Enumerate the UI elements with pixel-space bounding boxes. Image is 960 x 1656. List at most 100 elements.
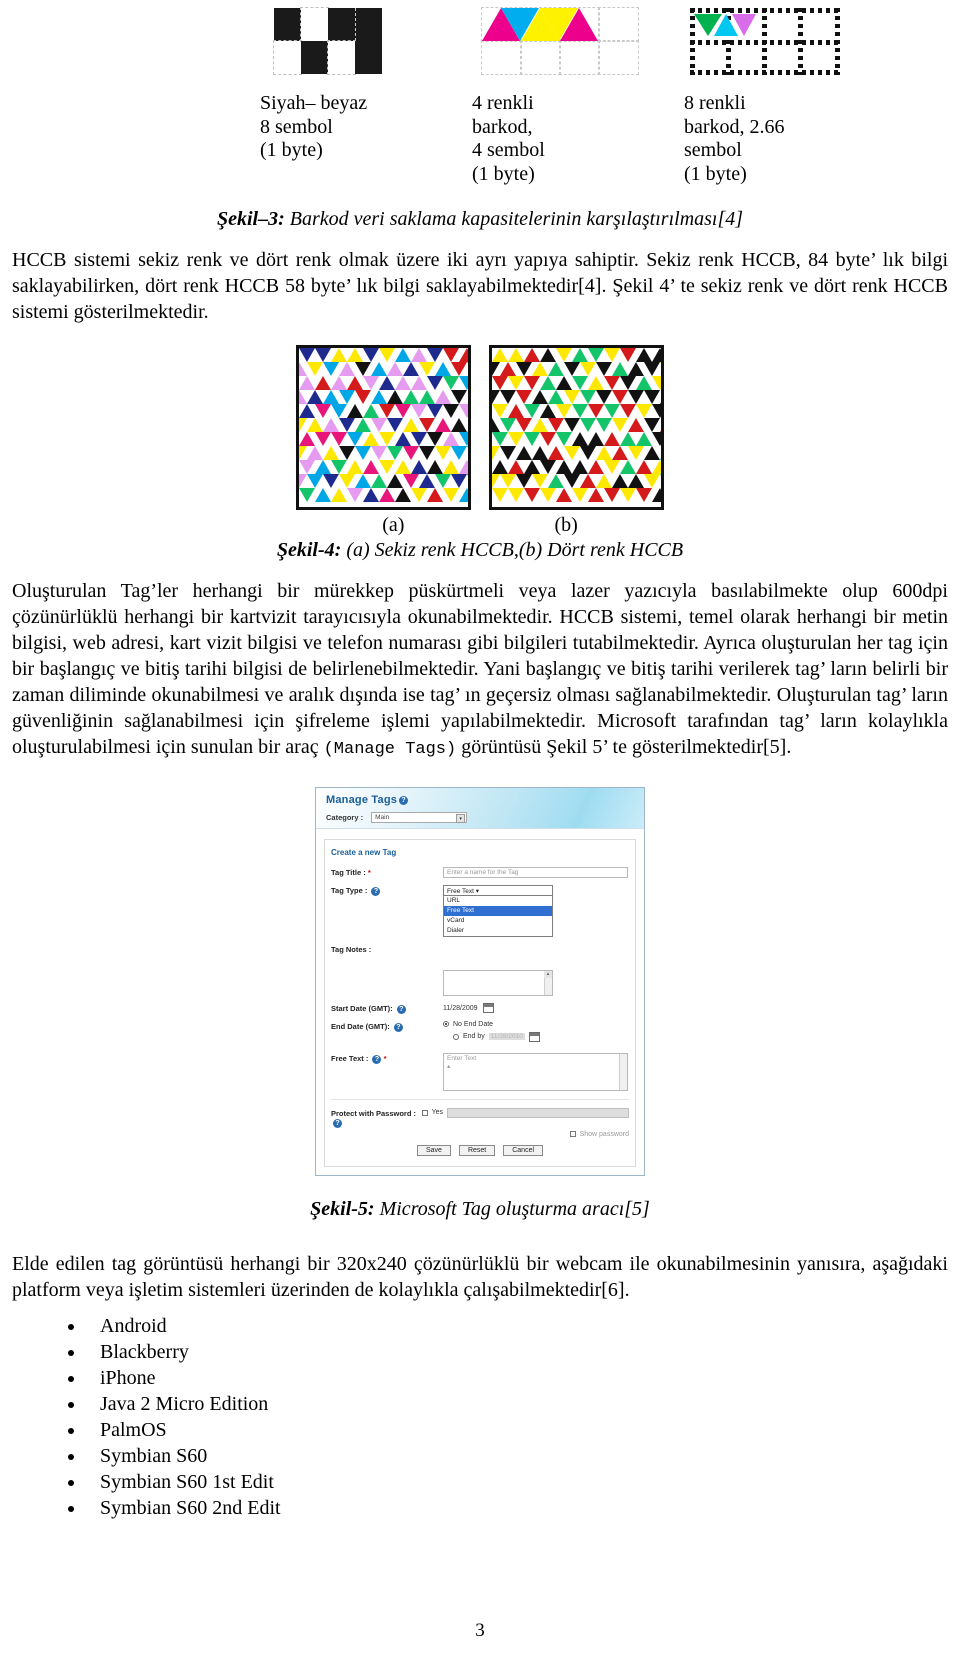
figure-4-caption-label: Şekil-4:: [276, 539, 342, 562]
free-text-row: Free Text : ? * Enter Text ▴: [331, 1052, 629, 1091]
free-text-textarea[interactable]: Enter Text ▴: [443, 1052, 628, 1091]
page-number: 3: [475, 1620, 485, 1641]
tag-type-option[interactable]: Dialer: [444, 926, 552, 936]
start-date-field[interactable]: 11/28/2009: [443, 1003, 629, 1014]
manage-tags-literal: (Manage Tags): [323, 740, 457, 760]
end-date-row: End Date (GMT): ? No End Date End by 11/…: [331, 1021, 629, 1046]
no-end-date-label: No End Date: [453, 1020, 494, 1028]
list-item: Blackberry: [86, 1339, 948, 1365]
paragraph-platforms-intro: Elde edilen tag görüntüsü herhangi bir 3…: [12, 1252, 948, 1301]
figure-3-sample-3-label: 8 renkli barkod, 2.66 sembol (1 byte): [684, 92, 785, 185]
radio-icon[interactable]: [453, 1033, 459, 1040]
document-page: Siyah– beyaz 8 sembol (1 byte) 4 renkli …: [0, 7, 960, 1656]
figure-3-samples: Siyah– beyaz 8 sembol (1 byte) 4 renkli …: [12, 7, 948, 186]
no-end-date-option[interactable]: No End Date: [443, 1021, 629, 1028]
free-text-placeholder: Enter Text: [447, 1054, 477, 1062]
free-text-label: Free Text : ? *: [331, 1053, 387, 1064]
help-icon[interactable]: ?: [399, 796, 409, 806]
calendar-icon[interactable]: [482, 1003, 494, 1014]
manage-tags-title: Manage Tags?: [326, 794, 409, 806]
list-item: Android: [86, 1313, 948, 1339]
tag-title-label: Tag Title : *: [331, 868, 371, 878]
chevron-down-icon[interactable]: ▾: [476, 888, 479, 895]
paragraph-tag-details-part2: görüntüsü Şekil 5’ te gösterilmektedir[5…: [456, 736, 792, 759]
list-item: PalmOS: [86, 1417, 948, 1443]
yes-checkbox[interactable]: [421, 1109, 428, 1116]
tag-title-input[interactable]: Enter a name for the Tag: [443, 867, 628, 879]
category-select-value: Main: [375, 814, 390, 822]
paragraph-hccb-intro: HCCB sistemi sekiz renk ve dört renk olm…: [12, 249, 948, 324]
cancel-button[interactable]: Cancel: [503, 1144, 544, 1156]
help-icon[interactable]: ?: [393, 1022, 403, 1032]
manage-tags-screenshot: Manage Tags? Category : Main ▾ Create a …: [315, 787, 645, 1176]
bw-barcode-icon: [260, 7, 420, 78]
scroll-up-icon[interactable]: ▴: [447, 1062, 624, 1070]
category-label: Category :: [326, 813, 364, 823]
end-by-option[interactable]: End by 11/28/2010: [453, 1031, 629, 1042]
end-by-label: End by: [463, 1033, 485, 1041]
figure-3-sample-1: Siyah– beyaz 8 sembol (1 byte): [260, 7, 420, 186]
help-icon[interactable]: ?: [396, 1004, 406, 1014]
radio-icon[interactable]: [443, 1021, 449, 1028]
calendar-icon[interactable]: [528, 1031, 540, 1042]
figure-4-sublabel-b: (b): [554, 514, 578, 537]
manage-tags-body: Create a new Tag Tag Title : * Enter a n…: [316, 828, 644, 1175]
figure-3-caption-label: Şekil–3:: [216, 208, 285, 231]
show-password-label: Show password: [579, 1130, 629, 1138]
category-select[interactable]: Main ▾: [371, 812, 468, 824]
help-icon[interactable]: ?: [333, 1118, 342, 1128]
paragraph-tag-details-part1: Oluşturulan Tag’ler herhangi bir mürekke…: [12, 580, 948, 759]
protect-password-row: Protect with Password : ? Yes: [331, 1107, 629, 1128]
tag-type-select[interactable]: Free Text ▾: [443, 885, 553, 897]
end-date-label: End Date (GMT): ?: [331, 1021, 443, 1032]
figure-4-sublabels: (a) (b): [12, 514, 948, 537]
show-password-checkbox[interactable]: [569, 1131, 576, 1137]
create-new-tag-heading: Create a new Tag: [331, 848, 397, 858]
tag-type-select-value: Free Text: [447, 888, 474, 896]
figure-4-caption: Şekil-4: (a) Sekiz renk HCCB,(b) Dört re…: [12, 539, 948, 562]
start-date-row: Start Date (GMT): ? 11/28/2009: [331, 1003, 629, 1014]
chevron-down-icon[interactable]: ▾: [456, 814, 466, 824]
tag-type-option-list[interactable]: URL Free Text vCard Dialer: [443, 896, 553, 938]
tag-type-option-selected[interactable]: Free Text: [444, 906, 552, 917]
figure-3-sample-1-label: Siyah– beyaz 8 sembol (1 byte): [260, 92, 368, 162]
scroll-up-icon[interactable]: ▴: [544, 971, 552, 979]
show-password-row: Show password: [331, 1131, 629, 1138]
figure-5-caption-label: Şekil-5:: [310, 1197, 375, 1220]
list-item: iPhone: [86, 1365, 948, 1391]
figure-3-caption-text: Barkod veri saklama kapasitelerinin karş…: [289, 208, 744, 231]
tag-type-option[interactable]: URL: [444, 896, 552, 906]
figure-4-caption-text: (a) Sekiz renk HCCB,(b) Dört renk HCCB: [346, 539, 684, 562]
end-by-value[interactable]: 11/28/2010: [488, 1033, 525, 1041]
required-mark: *: [367, 868, 371, 878]
help-icon[interactable]: ?: [372, 1054, 382, 1064]
figure-3-sample-3: 8 renkli barkod, 2.66 sembol (1 byte): [684, 8, 844, 186]
create-tag-panel: Create a new Tag Tag Title : * Enter a n…: [324, 839, 636, 1167]
scrollbar[interactable]: [619, 1053, 627, 1090]
figure-5-caption-text: Microsoft Tag oluşturma aracı[5]: [379, 1197, 650, 1220]
figure-4-images: [12, 345, 948, 511]
tag-notes-textarea[interactable]: ▴: [443, 970, 553, 997]
tag-type-label: Tag Type : ?: [331, 885, 443, 896]
protect-password-label: Protect with Password : ?: [331, 1108, 417, 1128]
start-date-label: Start Date (GMT): ?: [331, 1003, 443, 1014]
reset-button[interactable]: Reset: [458, 1144, 496, 1156]
help-icon[interactable]: ?: [371, 886, 381, 896]
tag-type-option[interactable]: vCard: [444, 916, 552, 926]
password-input[interactable]: [447, 1107, 629, 1118]
figure-5-caption: Şekil-5: Microsoft Tag oluşturma aracı[5…: [12, 1198, 948, 1221]
tag-notes-row: Tag Notes : ▴: [331, 944, 629, 997]
list-item: Symbian S60: [86, 1443, 948, 1469]
figure-4-sublabel-a: (a): [382, 514, 405, 537]
save-button[interactable]: Save: [416, 1144, 451, 1156]
figure-3-sample-2-label: 4 renkli barkod, 4 sembol (1 byte): [472, 92, 545, 185]
manage-tags-header: Manage Tags? Category : Main ▾: [316, 788, 644, 829]
paragraph-tag-details: Oluşturulan Tag’ler herhangi bir mürekke…: [12, 578, 948, 761]
category-row: Category : Main ▾: [326, 812, 468, 824]
yes-label: Yes: [431, 1109, 443, 1117]
tag-type-row: Tag Type : ? Free Text ▾ URL Free Text v…: [331, 885, 629, 938]
list-item: Symbian S60 2nd Edit: [86, 1495, 948, 1521]
tag-notes-label: Tag Notes :: [331, 945, 372, 955]
list-item: Symbian S60 1st Edit: [86, 1469, 948, 1495]
start-date-value: 11/28/2009: [443, 1004, 478, 1012]
